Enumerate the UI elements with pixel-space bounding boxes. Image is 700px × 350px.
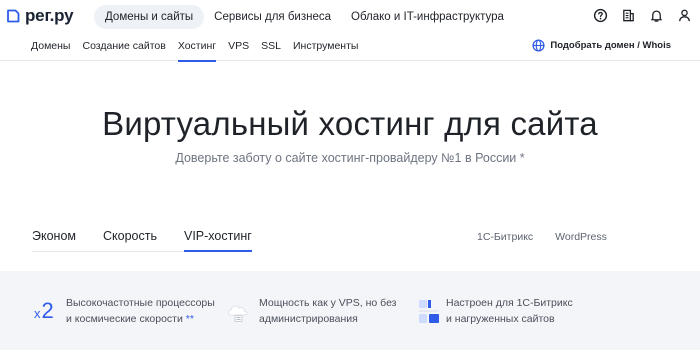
tab-econom[interactable]: Эконом — [32, 229, 76, 253]
feature-processors: Высокочастотные процессоры и космические… — [66, 295, 215, 327]
logo-icon — [7, 9, 20, 23]
feature-processors-line1: Высокочастотные процессоры — [66, 297, 215, 309]
feature-processors-line2: и космические скорости — [66, 313, 183, 325]
top-nav-business-services[interactable]: Сервисы для бизнеса — [204, 5, 341, 29]
cms-filter-wordpress[interactable]: WordPress — [555, 231, 607, 243]
feature-bitrix: Настроен для 1С-Битрикс и нагруженных са… — [446, 295, 573, 327]
cart-list-icon[interactable] — [621, 8, 636, 23]
tab-vip-hosting[interactable]: VIP-хостинг — [183, 229, 252, 253]
user-icon[interactable] — [677, 8, 692, 23]
top-bar: рег.ру Домены и сайты Сервисы для бизнес… — [0, 0, 700, 33]
bitrix-config-icon — [419, 300, 439, 323]
multiplier-prefix: x — [34, 306, 41, 321]
subnav-hosting[interactable]: Хостинг — [172, 33, 222, 62]
subnav-tools[interactable]: Инструменты — [287, 33, 364, 61]
top-nav: Домены и сайты Сервисы для бизнеса Облак… — [94, 5, 514, 29]
logo-text: рег.ру — [25, 6, 74, 25]
domain-search-link[interactable]: Подобрать домен / Whois — [532, 39, 671, 52]
speed-multiplier: x 2 — [34, 298, 54, 324]
footnote-marker: ** — [185, 313, 194, 325]
top-icons — [593, 8, 692, 23]
cloud-server-icon — [227, 305, 248, 322]
globe-icon — [532, 39, 545, 52]
secondary-nav: Домены Создание сайтов Хостинг VPS SSL И… — [0, 33, 700, 62]
logo[interactable]: рег.ру — [6, 6, 74, 26]
page-title: Виртуальный хостинг для сайта — [102, 105, 598, 142]
features-band: x 2 Высокочастотные процессоры и космиче… — [0, 271, 700, 350]
subnav-ssl[interactable]: SSL — [255, 33, 287, 61]
cms-filters: 1С-Битрикс WordPress — [477, 231, 607, 243]
feature-vps-line2: администрирования — [259, 313, 358, 325]
tab-speed[interactable]: Скорость — [103, 229, 157, 253]
help-icon[interactable] — [593, 8, 608, 23]
feature-vps-power: Мощность как у VPS, но без администриров… — [259, 295, 397, 327]
feature-vps-line1: Мощность как у VPS, но без — [259, 297, 397, 309]
subnav-domains[interactable]: Домены — [31, 33, 76, 61]
subnav-site-builder[interactable]: Создание сайтов — [76, 33, 171, 61]
domain-search-label: Подобрать домен / Whois — [550, 40, 671, 51]
top-nav-domains-sites[interactable]: Домены и сайты — [94, 5, 205, 29]
multiplier-value: 2 — [41, 298, 54, 323]
page-subtitle: Доверьте заботу о сайте хостинг-провайде… — [175, 151, 525, 165]
feature-bitrix-line2: и нагруженных сайтов — [446, 313, 555, 325]
cms-filter-bitrix[interactable]: 1С-Битрикс — [477, 231, 533, 243]
bell-icon[interactable] — [649, 8, 664, 23]
top-nav-cloud-it[interactable]: Облако и IT-инфраструктура — [341, 5, 514, 29]
feature-bitrix-line1: Настроен для 1С-Битрикс — [446, 297, 573, 309]
hosting-tabs: Эконом Скорость VIP-хостинг — [32, 229, 252, 253]
subnav-vps[interactable]: VPS — [222, 33, 255, 61]
